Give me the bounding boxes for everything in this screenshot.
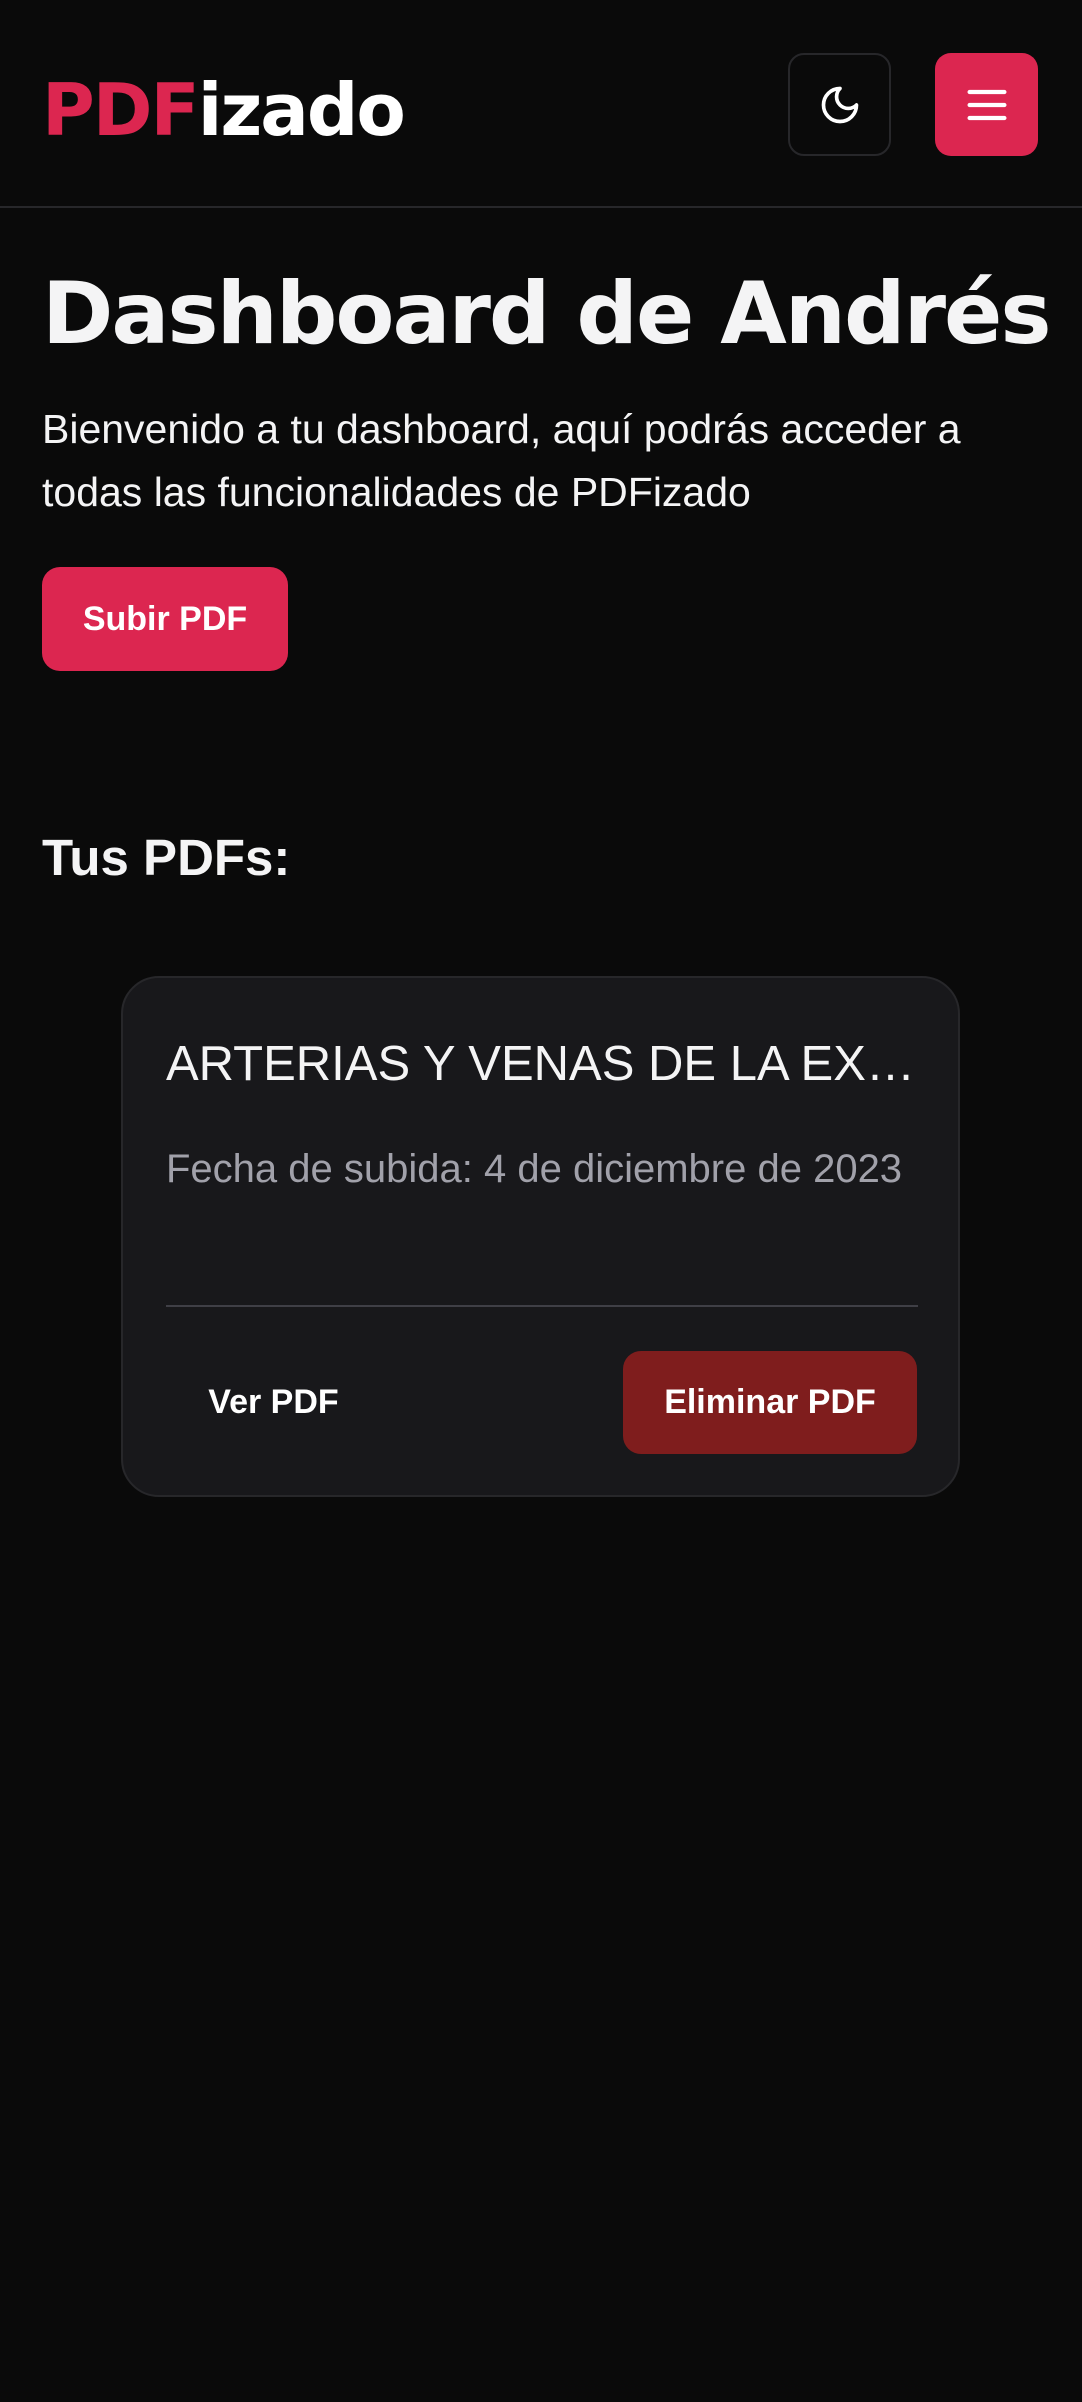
moon-icon bbox=[821, 86, 858, 123]
delete-pdf-button[interactable]: Eliminar PDF bbox=[623, 1351, 917, 1454]
view-pdf-button[interactable]: Ver PDF bbox=[166, 1351, 381, 1454]
top-nav: PDFizado bbox=[0, 0, 1082, 208]
page-title: Dashboard de Andrés bbox=[42, 264, 1052, 364]
logo[interactable]: PDFizado bbox=[42, 62, 406, 158]
pdf-title: ARTERIAS Y VENAS DE LA EXTREMIDAD bbox=[166, 1037, 918, 1091]
card-divider bbox=[166, 1305, 918, 1307]
pdf-card: ARTERIAS Y VENAS DE LA EXTREMIDAD Fecha … bbox=[121, 976, 960, 1497]
hamburger-menu-icon bbox=[967, 89, 1006, 120]
logo-rest: izado bbox=[197, 68, 406, 152]
section-title: Tus PDFs: bbox=[42, 829, 291, 886]
menu-button[interactable] bbox=[935, 53, 1038, 156]
welcome-text: Bienvenido a tu dashboard, aquí podrás a… bbox=[42, 406, 961, 515]
theme-toggle-button[interactable] bbox=[788, 53, 891, 156]
pdf-upload-date: Fecha de subida: 4 de diciembre de 2023 bbox=[166, 1147, 903, 1191]
logo-accent: PDF bbox=[42, 68, 200, 152]
upload-pdf-button[interactable]: Subir PDF bbox=[42, 567, 288, 671]
